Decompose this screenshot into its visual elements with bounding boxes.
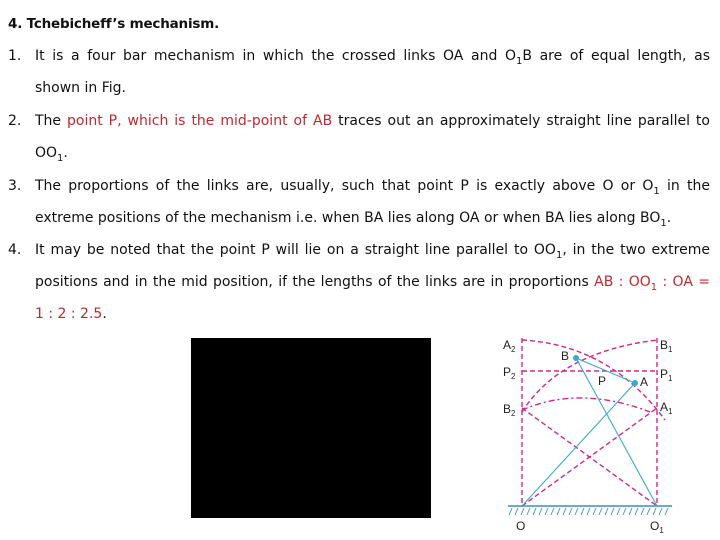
hatch-mark [520,507,525,516]
item-number: 3. [8,178,22,194]
label-a2: A2 [503,338,516,354]
label-b1: B1 [660,338,673,354]
label-o1: O1 [650,519,664,535]
section-title: 4. Tchebicheff’s mechanism. [8,16,220,32]
joint-a [632,380,638,386]
hatch-mark [562,507,567,516]
hatch-mark [640,507,645,516]
hatch-mark [616,507,621,516]
item-number: 2. [8,113,22,129]
list-item-1: 1. It is a four bar mechanism in which t… [8,40,710,104]
item-3-line-1: The proportions of the links are, usuall… [35,178,711,197]
hatch-mark [514,507,519,516]
hatch-mark [586,507,591,516]
hatch-mark [646,507,651,516]
hatch-mark [610,507,615,516]
hatch-mark [532,507,537,516]
ratio-text: 1 : 2 : 2.5 [35,306,103,322]
label-p: P [598,374,606,388]
hatch-mark [634,507,639,516]
item-4-line-1: It may be noted that the point P will li… [35,242,710,261]
mechanism-diagram: A2 P2 B2 B1 P1 A1 B A P O O1 [503,338,673,535]
highlight-text: point P, which is the mid-point of AB [67,113,333,129]
item-2-line-2: OO1. [35,145,68,164]
item-number: 1. [8,48,22,64]
hatch-mark [526,507,531,516]
hatch-mark [508,507,513,516]
hatch-mark [568,507,573,516]
label-o: O [516,519,525,533]
hatch-mark [574,507,579,516]
label-p1: P1 [660,367,673,383]
label-a1: A1 [660,400,673,416]
label-b: B [561,349,569,363]
hatch-mark [598,507,603,516]
link-oa [521,382,636,507]
item-number: 4. [8,242,22,258]
highlight-text: AB : OO1 : OA = [594,274,710,293]
label-p2: P2 [503,365,516,381]
label-b2: B2 [503,402,516,418]
redacted-image [191,338,431,518]
ground-hatching [508,507,669,516]
item-1-line-1: It is a four bar mechanism in which the … [35,48,710,67]
arc-p-locus [521,397,651,413]
hatch-mark [622,507,627,516]
hatch-mark [544,507,549,516]
joint-b [573,355,579,361]
hatch-mark [628,507,633,516]
hatch-mark [580,507,585,516]
item-4-line-2: positions and in the mid position, if th… [35,274,710,293]
hatch-mark [550,507,555,516]
item-1-line-2: shown in Fig. [35,80,126,96]
hatch-mark [592,507,597,516]
hatch-mark [652,507,657,516]
list-item-4: 4. It may be noted that the point P will… [8,234,710,330]
item-3-line-2: extreme positions of the mechanism i.e. … [35,210,672,229]
hatch-mark [604,507,609,516]
list-item-3: 3. The proportions of the links are, usu… [8,170,710,234]
item-2-line-1: The point P, which is the mid-point of A… [35,113,710,129]
hatch-mark [538,507,543,516]
hatch-mark [658,507,663,516]
hatch-mark [556,507,561,516]
list-item-2: 2. The point P, which is the mid-point o… [8,105,710,169]
hatch-mark [664,507,669,516]
arc-b-locus [521,339,658,413]
label-a: A [640,375,648,389]
